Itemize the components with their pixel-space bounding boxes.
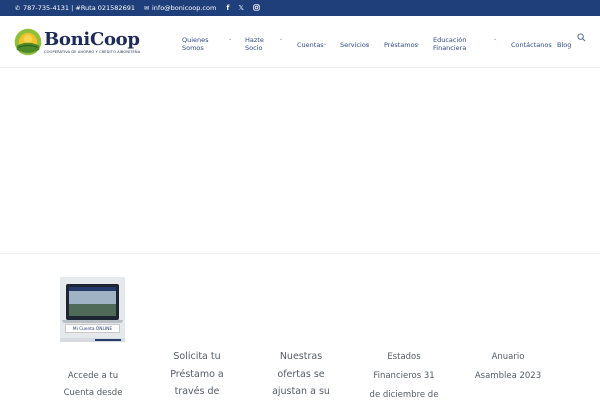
nav-item-prestamos[interactable]: Préstamos ⌄ — [384, 41, 421, 49]
hero-section — [0, 68, 600, 254]
chevron-down-icon: ⌄ — [279, 36, 284, 42]
nav-label: Educación — [433, 36, 467, 44]
site-header: BoniCoop COOPERATIVA DE AHORRO Y CRÉDITO… — [0, 16, 600, 68]
chevron-down-icon: ⌄ — [323, 41, 328, 47]
column-text: Cuenta desde — [63, 388, 123, 398]
sun-logo-icon — [14, 28, 42, 56]
email-text: info@bonicoop.com — [151, 4, 217, 12]
nav-label: Contáctanos — [511, 41, 552, 49]
nav-label: Financiera — [433, 44, 467, 52]
column-text: Financieros 31 — [373, 371, 435, 381]
nav-item-educacion-financiera[interactable]: Educación Financiera ⌄ — [433, 36, 497, 52]
column-text: Préstamo a — [170, 368, 224, 380]
online-account-button[interactable]: Mi Cuenta ONLINE — [65, 324, 120, 333]
facebook-icon[interactable]: f — [226, 4, 229, 12]
nav-item-contactanos[interactable]: Contáctanos — [511, 41, 552, 49]
phone-icon: ✆ — [14, 4, 21, 12]
top-info-bar: ✆ 787-735-4131 | #Ruta 021582691 ✉ info@… — [0, 0, 600, 16]
column-text: Estados — [387, 352, 421, 362]
phone-info[interactable]: ✆ 787-735-4131 | #Ruta 021582691 — [14, 4, 135, 12]
screen-landscape — [69, 304, 116, 316]
instagram-icon[interactable] — [253, 3, 260, 13]
x-icon[interactable]: 𝕏 — [238, 4, 244, 12]
nav-label: Somos — [182, 44, 204, 52]
column-text: Accede a tu — [67, 371, 119, 381]
phone-text: 787-735-4131 | #Ruta 021582691 — [23, 4, 135, 12]
chevron-down-icon: ⌄ — [366, 41, 371, 47]
column-text: Asamblea 2023 — [474, 371, 542, 381]
email-icon: ✉ — [143, 4, 149, 12]
nav-item-servicios[interactable]: Servicios ⌄ — [340, 41, 371, 49]
nav-label: Servicios — [340, 41, 370, 49]
column-accede[interactable]: Accede a tu Cuenta desde — [56, 368, 130, 400]
footer-bar-accent — [95, 339, 121, 341]
chevron-down-icon: ⌄ — [416, 41, 421, 47]
column-anuario[interactable]: Anuario Asamblea 2023 — [472, 348, 544, 386]
chevron-down-icon: ⌄ — [228, 36, 233, 42]
thumbnail-footer-bar — [60, 338, 125, 342]
column-text: Nuestras — [279, 351, 323, 362]
chevron-down-icon: ⌄ — [493, 36, 498, 42]
column-text: ofertas se — [277, 368, 325, 380]
nav-item-cuentas[interactable]: Cuentas ⌄ — [297, 41, 328, 49]
social-links: f 𝕏 — [226, 3, 269, 13]
column-text: de diciembre de — [369, 390, 439, 400]
search-icon[interactable] — [577, 33, 586, 42]
laptop-base — [62, 320, 123, 323]
nav-label: Préstamos — [384, 41, 418, 49]
site-logo[interactable]: BoniCoop COOPERATIVA DE AHORRO Y CRÉDITO… — [14, 27, 146, 57]
email-info[interactable]: ✉ info@bonicoop.com — [143, 4, 216, 12]
column-text: ajustan a su — [272, 386, 330, 397]
nav-label: Quienes — [182, 36, 209, 44]
nav-label: Cuentas — [297, 41, 324, 49]
nav-item-blog[interactable]: Blog — [557, 41, 571, 49]
column-solicita[interactable]: Solicita tu Préstamo a través de — [160, 348, 234, 400]
nav-item-quienes-somos[interactable]: Quienes Somos ⌄ — [182, 36, 232, 52]
column-text: Solicita tu — [173, 351, 221, 362]
section-divider — [0, 253, 600, 254]
nav-label: Socio — [245, 44, 263, 52]
brand-tagline: COOPERATIVA DE AHORRO Y CRÉDITO AIBONITE… — [44, 49, 141, 54]
brand-name: BoniCoop — [44, 28, 140, 50]
column-text: través de — [174, 386, 220, 397]
nav-item-hazte-socio[interactable]: Hazte Socio ⌄ — [245, 36, 283, 52]
nav-label: Blog — [557, 41, 572, 49]
nav-label: Hazte — [245, 36, 264, 44]
column-ofertas[interactable]: Nuestras ofertas se ajustan a su — [264, 348, 338, 400]
laptop-screen — [69, 287, 116, 316]
column-estados-financieros[interactable]: Estados Financieros 31 de diciembre de — [364, 348, 444, 400]
column-text: Anuario — [491, 352, 525, 362]
screen-header — [69, 287, 116, 291]
online-account-thumbnail[interactable]: Mi Cuenta ONLINE — [60, 277, 125, 342]
